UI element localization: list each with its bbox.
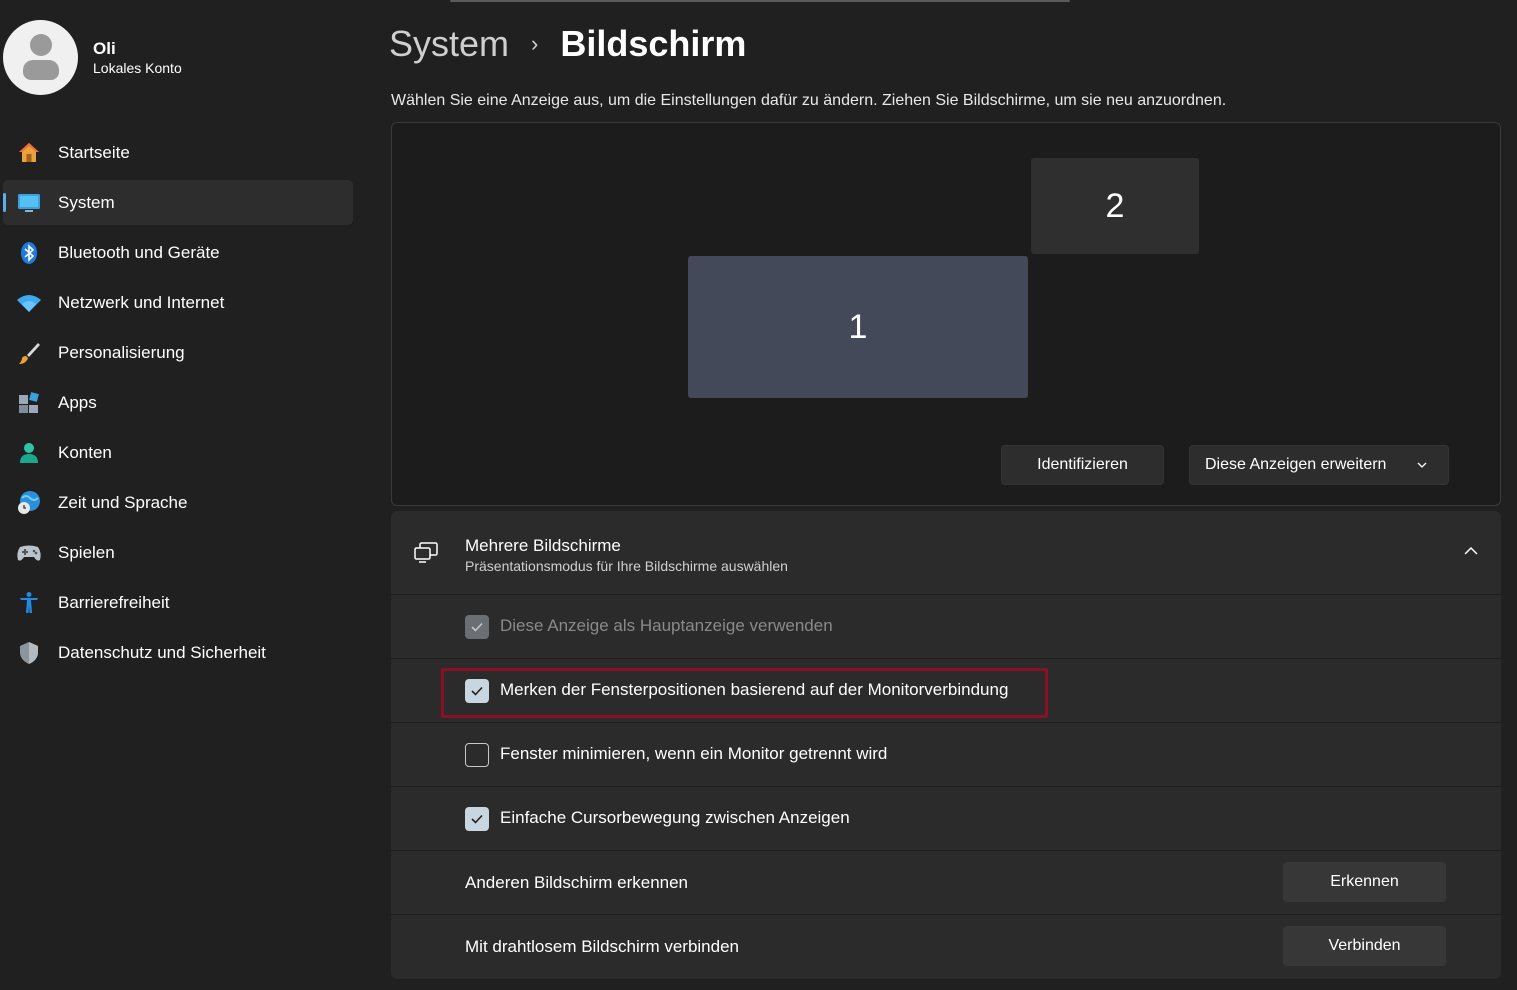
multiple-monitors-icon bbox=[413, 541, 439, 570]
window-drag-handle bbox=[450, 0, 1070, 2]
sidebar-item-startseite[interactable]: Startseite bbox=[3, 130, 353, 175]
wireless-display-label: Mit drahtlosem Bildschirm verbinden bbox=[465, 937, 739, 956]
sidebar-item-label: Zeit und Sprache bbox=[58, 492, 188, 512]
sidebar-item-label: Konten bbox=[58, 442, 112, 462]
option-row-cursor-movement: Einfache Cursorbewegung zwischen Anzeige… bbox=[391, 787, 1501, 851]
wifi-icon bbox=[16, 290, 42, 316]
bluetooth-icon bbox=[16, 240, 42, 266]
system-monitor-icon bbox=[16, 190, 42, 216]
cursor-movement-label[interactable]: Einfache Cursorbewegung zwischen Anzeige… bbox=[500, 808, 850, 828]
remember-window-positions-checkbox[interactable] bbox=[465, 679, 489, 703]
home-icon bbox=[16, 140, 42, 166]
breadcrumb: System › Bildschirm bbox=[389, 22, 746, 66]
sidebar-item-system[interactable]: System bbox=[3, 180, 353, 225]
globe-clock-icon bbox=[16, 490, 42, 516]
sidebar-item-label: Barrierefreiheit bbox=[58, 592, 170, 612]
main-display-label: Diese Anzeige als Hauptanzeige verwenden bbox=[500, 616, 833, 635]
multiple-displays-panel: Mehrere Bildschirme Präsentationsmodus f… bbox=[391, 511, 1501, 979]
monitor-2[interactable]: 2 bbox=[1031, 158, 1199, 254]
sidebar-item-bluetooth[interactable]: Bluetooth und Geräte bbox=[3, 230, 353, 275]
minimize-windows-checkbox[interactable] bbox=[465, 743, 489, 767]
breadcrumb-separator: › bbox=[531, 31, 539, 56]
shield-icon bbox=[16, 640, 42, 666]
sidebar-item-personalisierung[interactable]: Personalisierung bbox=[3, 330, 353, 375]
apps-icon bbox=[16, 390, 42, 416]
display-mode-value: Diese Anzeigen erweitern bbox=[1205, 456, 1387, 473]
main-display-checkbox bbox=[465, 615, 489, 639]
connect-button[interactable]: Verbinden bbox=[1283, 926, 1446, 966]
detect-display-label: Anderen Bildschirm erkennen bbox=[465, 873, 689, 892]
user-profile[interactable]: Oli Lokales Konto bbox=[3, 20, 182, 95]
sidebar-item-label: Netzwerk und Internet bbox=[58, 292, 225, 312]
sidebar-item-apps[interactable]: Apps bbox=[3, 380, 353, 425]
account-icon bbox=[16, 440, 42, 466]
monitor-1[interactable]: 1 bbox=[688, 256, 1028, 398]
sidebar-item-label: Personalisierung bbox=[58, 342, 185, 362]
cursor-movement-checkbox[interactable] bbox=[465, 807, 489, 831]
option-row-main-display: Diese Anzeige als Hauptanzeige verwenden bbox=[391, 595, 1501, 659]
option-row-minimize-windows: Fenster minimieren, wenn ein Monitor get… bbox=[391, 723, 1501, 787]
sidebar-item-konten[interactable]: Konten bbox=[3, 430, 353, 475]
wireless-display-row: Mit drahtlosem Bildschirm verbinden Verb… bbox=[391, 915, 1501, 979]
display-arrangement-area: 2 1 Identifizieren Diese Anzeigen erweit… bbox=[391, 122, 1501, 506]
display-mode-dropdown[interactable]: Diese Anzeigen erweitern bbox=[1189, 445, 1449, 485]
sidebar-item-label: System bbox=[58, 192, 115, 212]
multiple-displays-title: Mehrere Bildschirme bbox=[465, 536, 621, 555]
sidebar-nav: Startseite System Bluetooth und Geräte N… bbox=[3, 130, 353, 680]
sidebar: Oli Lokales Konto Startseite System Blue… bbox=[0, 0, 370, 990]
accessibility-icon bbox=[16, 590, 42, 616]
page-subtitle: Wählen Sie eine Anzeige aus, um die Eins… bbox=[391, 92, 1227, 109]
detect-button[interactable]: Erkennen bbox=[1283, 862, 1446, 902]
remember-window-positions-label[interactable]: Merken der Fensterpositionen basierend a… bbox=[500, 680, 1008, 700]
identify-button[interactable]: Identifizieren bbox=[1001, 445, 1164, 485]
sidebar-item-zeit-sprache[interactable]: Zeit und Sprache bbox=[3, 480, 353, 525]
sidebar-item-spielen[interactable]: Spielen bbox=[3, 530, 353, 575]
sidebar-item-label: Bluetooth und Geräte bbox=[58, 242, 220, 262]
profile-account-type: Lokales Konto bbox=[93, 59, 182, 76]
avatar bbox=[3, 20, 78, 95]
page-title: Bildschirm bbox=[560, 23, 747, 64]
sidebar-item-barrierefreiheit[interactable]: Barrierefreiheit bbox=[3, 580, 353, 625]
multiple-displays-subtitle: Präsentationsmodus für Ihre Bildschirme … bbox=[465, 558, 788, 574]
sidebar-item-label: Apps bbox=[58, 392, 97, 412]
sidebar-item-network[interactable]: Netzwerk und Internet bbox=[3, 280, 353, 325]
sidebar-item-label: Spielen bbox=[58, 542, 115, 562]
breadcrumb-parent[interactable]: System bbox=[389, 23, 509, 65]
chevron-down-icon bbox=[1416, 458, 1428, 476]
minimize-windows-label[interactable]: Fenster minimieren, wenn ein Monitor get… bbox=[500, 744, 887, 764]
chevron-up-icon[interactable] bbox=[1463, 544, 1479, 562]
sidebar-item-label: Startseite bbox=[58, 142, 130, 162]
monitor-number: 2 bbox=[1105, 186, 1125, 225]
profile-name: Oli bbox=[93, 38, 116, 58]
brush-icon bbox=[16, 340, 42, 366]
sidebar-item-datenschutz[interactable]: Datenschutz und Sicherheit bbox=[3, 630, 353, 675]
option-row-remember-window-positions: Merken der Fensterpositionen basierend a… bbox=[391, 659, 1501, 723]
sidebar-item-label: Datenschutz und Sicherheit bbox=[58, 642, 266, 662]
monitor-number: 1 bbox=[848, 307, 868, 346]
gamepad-icon bbox=[16, 540, 42, 566]
detect-display-row: Anderen Bildschirm erkennen Erkennen bbox=[391, 851, 1501, 915]
multiple-displays-header[interactable]: Mehrere Bildschirme Präsentationsmodus f… bbox=[391, 511, 1501, 595]
